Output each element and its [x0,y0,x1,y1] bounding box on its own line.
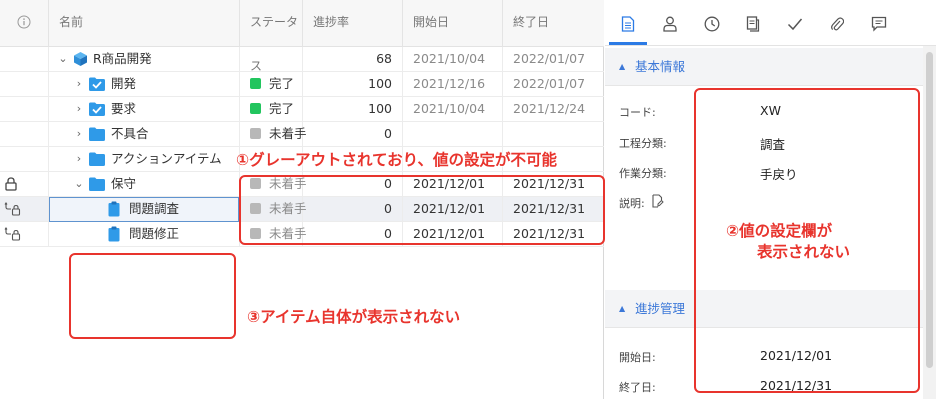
tab-copy[interactable] [740,11,766,37]
clipboard-icon [108,201,120,217]
start-date-cell: 2021/10/04 [403,97,503,122]
clipboard-icon [108,226,120,242]
row-name: R商品開発 [93,51,152,66]
chevron-down-icon[interactable]: ⌄ [73,172,85,196]
tab-check[interactable] [782,11,808,37]
row-name: 問題修正 [129,226,180,241]
project-cube-icon [74,52,87,66]
edit-document-icon[interactable] [652,194,664,208]
copy-document-icon [746,16,760,32]
column-header-start[interactable]: 開始日 [403,0,503,47]
table-row[interactable]: › 要求 完了 100 2021/10/04 2021/12/24 [0,97,604,122]
row-name: アクションアイテム [111,151,222,166]
scrollbar-thumb[interactable] [926,52,933,368]
child-lock-icon [4,227,21,241]
annotation-note-3: ③アイテム自体が表示されない [247,308,461,326]
comment-icon [871,16,887,32]
field-label-code: コード: [619,106,656,119]
field-label-end-date: 終了日: [619,381,656,394]
folder-check-icon [89,77,105,91]
progress-cell: 100 [303,97,403,122]
chevron-right-icon[interactable]: › [73,122,85,146]
section-title: 基本情報 [635,59,686,74]
tab-history[interactable] [699,11,725,37]
row-name: 保守 [111,176,137,191]
chevron-right-icon[interactable]: › [73,147,85,171]
folder-icon [89,152,105,166]
table-row[interactable]: › 開発 完了 100 2021/12/16 2022/01/07 [0,72,604,97]
info-icon [17,15,31,29]
field-label-description: 説明: [619,197,645,210]
row-name: 要求 [111,101,137,116]
row-name: 不具合 [111,126,149,141]
progress-cell: 0 [303,122,403,147]
end-date-cell: 2022/01/07 [513,76,586,91]
column-header-progress[interactable]: 進捗率 [303,0,403,47]
tab-user[interactable] [657,11,683,37]
status-text: 完了 [269,101,295,116]
tab-attachment[interactable] [824,11,850,37]
start-date-cell: 2021/12/16 [403,72,503,97]
user-icon [663,16,677,32]
annotation-note-2a: ②値の設定欄が [726,222,833,240]
annotation-note-1: ①グレーアウトされており、値の設定が不可能 [236,151,557,169]
end-date-cell: 2021/12/24 [513,101,586,116]
section-title: 進捗管理 [635,301,686,316]
row-name: 開発 [111,76,137,91]
field-label-start-date: 開始日: [619,351,656,364]
annotation-box-hidden-item [69,253,236,339]
chevron-right-icon[interactable]: › [73,72,85,96]
status-done-icon [250,103,261,114]
clock-icon [704,16,720,32]
table-row[interactable]: › 不具合 未着手 0 [0,122,604,147]
tab-document[interactable] [609,11,647,45]
column-header-name[interactable]: 名前 [49,0,240,47]
tab-comment[interactable] [866,11,892,37]
field-label-process: 工程分類: [619,137,667,150]
folder-icon [89,127,105,141]
grid-header: 名前 ステータス 進捗率 開始日 終了日 [0,0,604,73]
collapse-caret-icon: ▲ [619,304,626,313]
document-icon [621,16,635,32]
folder-icon [89,177,105,191]
status-done-icon [250,78,261,89]
child-lock-icon [4,202,21,216]
progress-cell: 100 [303,72,403,97]
check-icon [787,18,803,31]
status-text: 未着手 [269,126,307,141]
info-header[interactable] [0,0,49,47]
field-label-worktype: 作業分類: [619,167,667,180]
end-date-cell: 2022/01/07 [513,51,586,66]
section-basic-info[interactable]: ▲ 基本情報 [605,48,923,86]
annotation-note-2b: 表示されない [757,243,851,261]
table-row[interactable]: ⌄ R商品開発 68 2021/10/04 2022/01/07 [0,47,604,72]
column-header-status[interactable]: ステータス [240,0,303,73]
chevron-right-icon[interactable]: › [73,97,85,121]
folder-check-icon [89,102,105,116]
annotation-box-grayed [239,175,605,245]
collapse-caret-icon: ▲ [619,62,626,71]
column-header-end[interactable]: 終了日 [503,0,604,47]
paperclip-icon [831,17,844,31]
row-name: 問題調査 [129,201,180,216]
status-notstarted-icon [250,128,261,139]
chevron-down-icon[interactable]: ⌄ [57,47,69,71]
status-text: 完了 [269,76,295,91]
start-date-cell: 2021/10/04 [403,47,503,72]
lock-icon [5,177,17,191]
progress-cell: 68 [303,47,403,72]
detail-tabbar [605,0,936,46]
